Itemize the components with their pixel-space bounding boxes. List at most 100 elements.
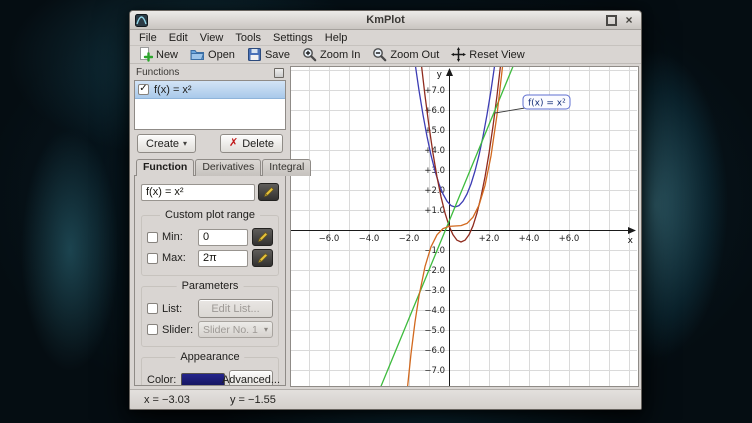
edit-list-button[interactable]: Edit List... bbox=[198, 299, 273, 318]
grid-lines bbox=[291, 67, 637, 387]
toolbar: New Open Save Zoom In Zoom Out Reset View bbox=[130, 46, 641, 64]
max-checkbox[interactable] bbox=[147, 253, 158, 264]
menu-edit[interactable]: Edit bbox=[164, 32, 193, 44]
parameter-list-row: List: Edit List... bbox=[147, 299, 273, 318]
svg-text:−6.0: −6.0 bbox=[424, 346, 445, 356]
min-input[interactable] bbox=[198, 229, 248, 246]
function-tab-panel: Custom plot range Min: Max: bbox=[134, 175, 286, 386]
open-folder-icon bbox=[190, 47, 205, 62]
equation-edit-button[interactable] bbox=[258, 183, 279, 201]
appearance-group: Appearance Color: Advanced... bbox=[141, 357, 279, 386]
tab-derivatives[interactable]: Derivatives bbox=[195, 159, 261, 176]
max-input[interactable] bbox=[198, 250, 248, 267]
window-titlebar[interactable]: KmPlot × bbox=[130, 11, 641, 30]
open-button[interactable]: Open bbox=[188, 47, 237, 63]
slider-select[interactable]: Slider No. 1 ▾ bbox=[198, 321, 273, 338]
parameter-list-checkbox[interactable] bbox=[147, 303, 158, 314]
toolbar-button-label: Zoom In bbox=[320, 49, 360, 61]
y-axis-arrow bbox=[446, 68, 453, 76]
svg-text:−2.0: −2.0 bbox=[399, 234, 420, 244]
advanced-button[interactable]: Advanced... bbox=[229, 370, 273, 386]
parameter-slider-checkbox[interactable] bbox=[147, 324, 158, 335]
svg-text:+6.0: +6.0 bbox=[559, 234, 580, 244]
create-button-label: Create bbox=[146, 138, 179, 150]
function-actions: Create ▾ ✗ Delete bbox=[132, 130, 288, 156]
menu-help[interactable]: Help bbox=[320, 32, 353, 44]
tab-function[interactable]: Function bbox=[136, 159, 194, 176]
menu-view[interactable]: View bbox=[195, 32, 229, 44]
color-label: Color: bbox=[147, 374, 177, 386]
maximize-button[interactable] bbox=[604, 14, 618, 27]
parameter-slider-row: Slider: Slider No. 1 ▾ bbox=[147, 321, 273, 338]
reset-view-button[interactable]: Reset View bbox=[449, 47, 526, 63]
color-swatch[interactable] bbox=[181, 373, 225, 387]
y-axis-letter: y bbox=[437, 70, 443, 80]
svg-text:−6.0: −6.0 bbox=[319, 234, 340, 244]
close-button[interactable]: × bbox=[622, 14, 636, 27]
plot-area[interactable]: xy−6.0−4.0−2.0+2.0+4.0+6.0+7.0+6.0+5.0+4… bbox=[290, 66, 639, 387]
min-edit-button[interactable] bbox=[252, 228, 273, 246]
zoom-out-button[interactable]: Zoom Out bbox=[370, 47, 441, 63]
min-row: Min: bbox=[147, 228, 273, 246]
chevron-down-icon: ▾ bbox=[183, 139, 187, 148]
x-axis-arrow bbox=[628, 227, 636, 234]
functions-dock-title: Functions bbox=[136, 67, 179, 78]
plot-canvas: xy−6.0−4.0−2.0+2.0+4.0+6.0+7.0+6.0+5.0+4… bbox=[291, 67, 637, 387]
max-edit-button[interactable] bbox=[252, 249, 273, 267]
save-button[interactable]: Save bbox=[245, 47, 292, 63]
main-area: Functions f(x) = x² Create ▾ ✗ Delete Fu… bbox=[130, 64, 641, 389]
custom-plot-range-title: Custom plot range bbox=[160, 209, 260, 221]
function-list-item-label: f(x) = x² bbox=[154, 84, 192, 96]
app-icon bbox=[135, 14, 148, 27]
menu-settings[interactable]: Settings bbox=[268, 32, 318, 44]
equation-input[interactable] bbox=[141, 184, 255, 201]
function-visible-checkbox[interactable] bbox=[138, 84, 149, 95]
appearance-title: Appearance bbox=[175, 351, 244, 363]
reset-view-icon bbox=[451, 47, 466, 62]
svg-text:+2.0: +2.0 bbox=[479, 234, 500, 244]
close-icon: × bbox=[625, 14, 632, 26]
edit-list-button-label: Edit List... bbox=[211, 303, 259, 315]
svg-text:+4.0: +4.0 bbox=[519, 234, 540, 244]
new-button[interactable]: New bbox=[136, 47, 180, 63]
window-title: KmPlot bbox=[130, 14, 641, 26]
pencil-icon bbox=[263, 186, 275, 198]
pencil-icon bbox=[257, 252, 269, 264]
menu-tools[interactable]: Tools bbox=[230, 32, 266, 44]
toolbar-button-label: Zoom Out bbox=[390, 49, 439, 61]
function-tabs: FunctionDerivativesIntegral bbox=[132, 159, 288, 176]
functions-dock-header: Functions bbox=[132, 66, 288, 80]
parameters-title: Parameters bbox=[177, 280, 244, 292]
min-checkbox[interactable] bbox=[147, 232, 158, 243]
tab-integral[interactable]: Integral bbox=[262, 159, 311, 176]
zoom-in-button[interactable]: Zoom In bbox=[300, 47, 362, 63]
color-row: Color: Advanced... bbox=[147, 370, 273, 386]
create-button[interactable]: Create ▾ bbox=[137, 134, 196, 153]
function-list-item[interactable]: f(x) = x² bbox=[135, 81, 285, 99]
advanced-button-label: Advanced... bbox=[222, 374, 280, 386]
svg-text:−5.0: −5.0 bbox=[424, 326, 445, 336]
toolbar-button-label: New bbox=[156, 49, 178, 61]
delete-icon: ✗ bbox=[229, 138, 238, 149]
functions-dock: Functions f(x) = x² Create ▾ ✗ Delete Fu… bbox=[132, 66, 288, 387]
menu-file[interactable]: File bbox=[134, 32, 162, 44]
parameters-group: Parameters List: Edit List... Slider: bbox=[141, 286, 279, 347]
save-icon bbox=[247, 47, 262, 62]
delete-button[interactable]: ✗ Delete bbox=[220, 134, 283, 153]
svg-text:−3.0: −3.0 bbox=[424, 286, 445, 296]
kmplot-window: KmPlot × FileEditViewToolsSettingsHelp N… bbox=[129, 10, 642, 410]
svg-text:−4.0: −4.0 bbox=[424, 306, 445, 316]
toolbar-button-label: Save bbox=[265, 49, 290, 61]
svg-text:+5.0: +5.0 bbox=[424, 126, 445, 136]
maximize-icon bbox=[606, 15, 617, 26]
dock-float-button[interactable] bbox=[274, 68, 284, 78]
max-row: Max: bbox=[147, 249, 273, 267]
zoom-out-icon bbox=[372, 47, 387, 62]
toolbar-button-label: Reset View bbox=[469, 49, 524, 61]
x-axis-letter: x bbox=[628, 236, 634, 246]
svg-text:+4.0: +4.0 bbox=[424, 146, 445, 156]
function-list[interactable]: f(x) = x² bbox=[134, 80, 286, 130]
toolbar-button-label: Open bbox=[208, 49, 235, 61]
svg-text:−4.0: −4.0 bbox=[359, 234, 380, 244]
svg-text:+7.0: +7.0 bbox=[424, 86, 445, 96]
